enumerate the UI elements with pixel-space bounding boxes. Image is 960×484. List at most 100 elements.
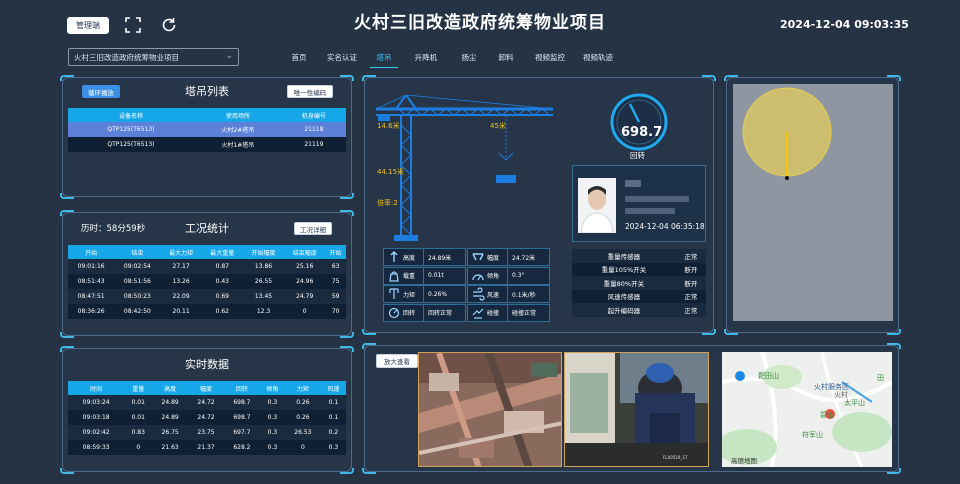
column-header: 幅度 <box>188 381 224 395</box>
table-cell: 0 <box>284 304 326 319</box>
table-cell: 21.37 <box>188 440 224 455</box>
table-cell: 23.75 <box>188 425 224 440</box>
enlarge-button[interactable]: 放大查看 <box>376 354 418 368</box>
fullscreen-icon[interactable] <box>124 16 142 34</box>
nav-tab-4[interactable]: 扬尘 <box>450 52 488 64</box>
table-row[interactable]: 08:51:43 08:51:56 13.26 0.43 26.55 24.96 75 <box>68 274 346 289</box>
map-label-fujunshan: 符军山 <box>802 431 823 439</box>
column-header: 风速 <box>320 381 346 395</box>
table-cell: 24.89 <box>152 410 189 425</box>
table-cell: QTP125(T6513) <box>68 137 194 152</box>
table-row[interactable]: 09:02:42 0.83 26.75 23.75 697.7 0.3 26.53 0.2 <box>68 425 346 440</box>
work-duration: 历时：58分59秒 <box>81 224 146 234</box>
table-row[interactable]: 08:47:51 08:50:23 22.09 0.69 13.45 24.79 59 <box>68 289 346 304</box>
param-cell-高度: 高度 24.89米 <box>383 248 466 266</box>
column-header: 力矩 <box>284 381 321 395</box>
param-label: 回转 <box>403 310 416 317</box>
driver-photo <box>578 178 616 233</box>
work-detail-button[interactable]: 工况详细 <box>294 222 332 235</box>
table-cell: 0.01 <box>124 395 153 410</box>
table-cell: 698.7 <box>223 395 260 410</box>
sensor-row: 风速传感器 正常 <box>572 289 706 303</box>
table-cell: 08:59:33 <box>68 440 125 455</box>
column-header: 机身编号 <box>281 108 346 122</box>
param-cell-载重: 载重 0.01t <box>383 266 466 285</box>
management-button[interactable]: 管理端 <box>67 17 109 34</box>
param-label: 倾角 <box>487 273 500 280</box>
param-label: 幅度 <box>487 254 500 262</box>
unique-code-button[interactable]: 唯一性编码 <box>287 85 333 98</box>
map-label-bataishan: 靶田山 <box>758 372 779 380</box>
column-header: 开始 <box>325 245 346 259</box>
nav-tab-0[interactable]: 首页 <box>280 52 318 64</box>
table-cell: 0.69 <box>201 289 243 304</box>
camera-feed-aerial[interactable] <box>418 352 562 467</box>
table-cell: 0.1 <box>320 410 346 425</box>
table-cell: 08:42:50 <box>114 304 161 319</box>
param-cell-力矩: 力矩 0.26% <box>383 285 466 303</box>
crane-list-table: 设备名称 使用场所 机身编号 QTP125(T6513) 火村2#塔吊 21118 QTP… <box>68 108 346 152</box>
table-row[interactable]: 09:03:18 0.01 24.89 24.72 698.7 0.3 0.26 0.1 <box>68 410 346 425</box>
param-cell-碰撞: 碰撞 碰撞正常 <box>467 303 550 322</box>
table-cell: 70 <box>325 304 346 319</box>
param-value: 0.01t <box>423 267 465 284</box>
rotation-icon <box>388 307 400 318</box>
table-row[interactable]: 09:01:16 09:02:54 27.17 0.87 13.86 25.16 63 <box>68 259 346 274</box>
realtime-table: 时间 重量 高度 幅度 回转 倾角 力矩 风速 09:03:24 0.01 24.89 24.72 6… <box>68 381 346 455</box>
sensor-status: 正常 <box>675 289 706 303</box>
table-cell: 09:03:24 <box>68 395 125 410</box>
table-cell: 75 <box>325 274 346 289</box>
table-cell: QTP125(T6513) <box>68 122 194 137</box>
loop-play-button[interactable]: 循环播放 <box>82 85 120 98</box>
camera-feed-cab[interactable]: FLX0519_1T <box>564 352 709 467</box>
table-cell: 0.87 <box>201 259 243 274</box>
table-cell: 26.55 <box>242 274 285 289</box>
refresh-icon[interactable] <box>160 16 178 34</box>
nav-tab-7[interactable]: 视频轨迹 <box>576 52 620 64</box>
table-row[interactable]: 08:36:26 08:42:50 20.11 0.62 12.3 0 70 <box>68 304 346 319</box>
amplitude-icon <box>472 253 484 261</box>
table-row[interactable]: QTP125(T6513) 火村1#塔吊 21119 <box>68 137 346 152</box>
column-header: 最大力矩 <box>160 245 202 259</box>
param-label: 高度 <box>403 254 416 262</box>
param-value: 回转正常 <box>423 304 465 321</box>
rotation-label: 回转 <box>630 151 645 160</box>
table-row[interactable]: 09:03:24 0.01 24.89 24.72 698.7 0.3 0.26 0.1 <box>68 395 346 410</box>
table-cell: 20.11 <box>160 304 202 319</box>
project-select[interactable]: 火村三旧改造政府统筹物业项目 ⌄ <box>68 48 239 66</box>
column-header: 倾角 <box>259 381 285 395</box>
sensor-name: 重量80%开关 <box>572 276 676 290</box>
table-cell: 59 <box>325 289 346 304</box>
table-cell: 63 <box>325 259 346 274</box>
nav-tab-6[interactable]: 视频监控 <box>524 52 576 64</box>
main-nav: 首页 实名认证 塔吊 升降机 扬尘 卸料 视频监控 视频轨迹 <box>280 52 620 68</box>
driver-name-blur <box>625 180 641 187</box>
table-cell: 0.01 <box>124 410 153 425</box>
nav-tab-2[interactable]: 塔吊 <box>366 52 402 68</box>
column-header: 高度 <box>152 381 189 395</box>
column-header: 设备名称 <box>68 108 194 122</box>
page-title: 火村三旧改造政府统筹物业项目 <box>354 13 606 33</box>
table-cell: 24.89 <box>152 395 189 410</box>
table-cell: 08:51:43 <box>68 274 115 289</box>
table-cell: 0.2 <box>320 425 346 440</box>
nav-tab-5[interactable]: 卸料 <box>488 52 524 64</box>
table-cell: 0.3 <box>259 410 285 425</box>
param-label: 力矩 <box>403 291 416 299</box>
location-map[interactable]: 靶田山 火村服务区 田 火村 太平山 碧山 符军山 高德地图 <box>722 352 892 467</box>
table-cell: 09:01:16 <box>68 259 115 274</box>
param-value: 碰撞正常 <box>507 304 549 321</box>
param-value: 24.89米 <box>423 249 465 265</box>
table-cell: 26.53 <box>284 425 321 440</box>
table-cell: 24.72 <box>188 395 224 410</box>
crane-params-grid: 高度 24.89米 幅度 24.72米 载重 0.01t 倾角 0.3° 力矩 0.26% 风速 0.… <box>383 248 550 322</box>
table-row[interactable]: QTP125(T6513) 火村2#塔吊 21118 <box>68 122 346 137</box>
svg-text:FLX0519_1T: FLX0519_1T <box>663 455 688 460</box>
work-stats-table: 开始 结束 最大力矩 最大重量 开始幅度 结束幅度 开始 09:01:16 09:02:54 2… <box>68 245 346 319</box>
nav-tab-1[interactable]: 实名认证 <box>318 52 366 64</box>
sensor-status: 断开 <box>675 276 706 290</box>
table-row[interactable]: 08:59:33 0 21.63 21.37 628.2 0.3 0 0.3 <box>68 440 346 455</box>
nav-tab-3[interactable]: 升降机 <box>402 52 450 64</box>
table-cell: 0.62 <box>201 304 243 319</box>
param-cell-倾角: 倾角 0.3° <box>467 266 550 285</box>
